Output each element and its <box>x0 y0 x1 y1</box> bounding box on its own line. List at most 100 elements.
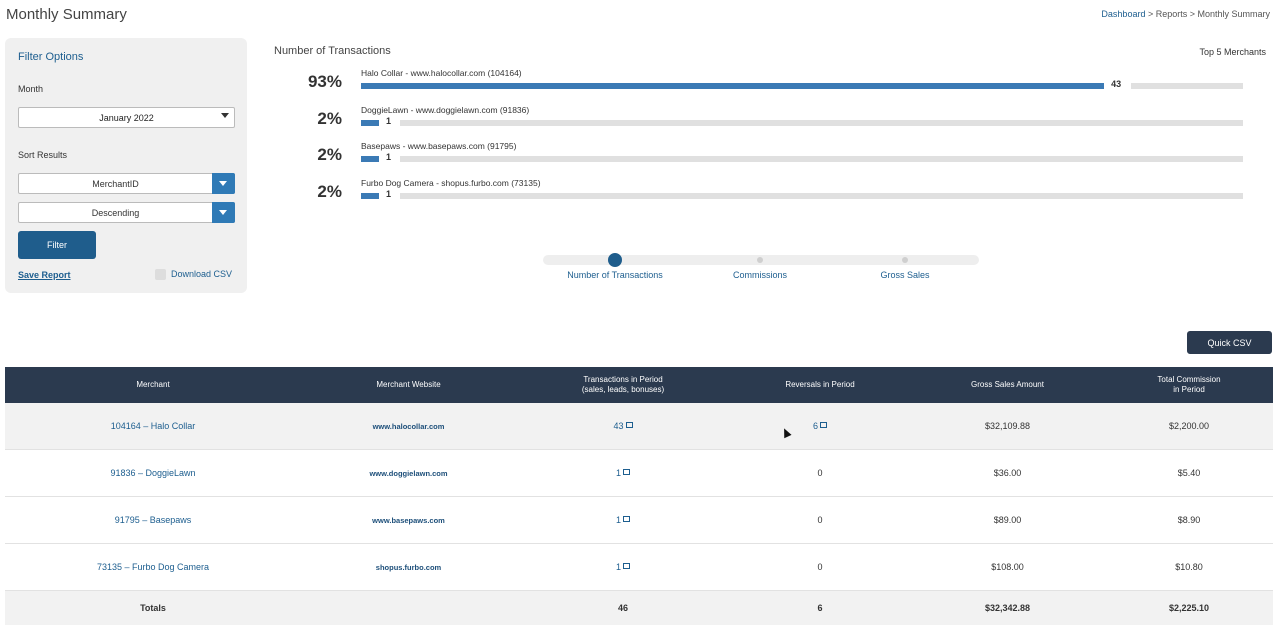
sort-order-value: Descending <box>91 208 140 218</box>
commission-cell: $2,200.00 <box>1105 403 1273 449</box>
filter-panel: Filter Options Month January 2022 Sort R… <box>5 38 247 293</box>
carousel-dot[interactable] <box>757 257 763 263</box>
transactions-link[interactable]: 1 <box>516 497 730 543</box>
bar-fill <box>361 192 379 199</box>
transactions-link-text[interactable]: 1 <box>616 515 621 525</box>
merchant-link-text[interactable]: 104164 – Halo Collar <box>111 421 196 431</box>
sort-results-label: Sort Results <box>18 150 68 160</box>
carousel-dot[interactable] <box>902 257 908 263</box>
table-row: 104164 – Halo Collar www.halocollar.com 43… <box>5 403 1273 450</box>
column-header: Total Commission in Period <box>1157 375 1221 394</box>
website-link[interactable]: www.basepaws.com <box>301 497 516 543</box>
merchant-table: Merchant Merchant Website Transactions in … <box>5 367 1273 625</box>
month-label: Month <box>18 84 44 94</box>
breadcrumb-dashboard-link[interactable]: Dashboard <box>1101 9 1145 19</box>
website-link[interactable]: www.halocollar.com <box>301 403 516 449</box>
gross-sales-cell-text: $89.00 <box>993 515 1022 525</box>
gross-sales-cell-text: $108.00 <box>991 562 1024 572</box>
reversals-cell: 0 <box>730 497 910 543</box>
sort-field-select[interactable]: MerchantID <box>18 173 235 194</box>
external-link-icon[interactable] <box>623 516 630 522</box>
chevron-down-icon[interactable] <box>212 202 235 223</box>
commission-cell-text: $10.80 <box>1175 562 1203 572</box>
reversals-cell-text[interactable]: 6 <box>813 421 818 431</box>
commission-cell: $8.90 <box>1105 497 1273 543</box>
commission-cell-text: $2,200.00 <box>1168 421 1210 431</box>
bar-value: 43 <box>1111 79 1122 89</box>
carousel-dot[interactable] <box>608 253 622 267</box>
sort-order-select[interactable]: Descending <box>18 202 235 223</box>
bar-label: Basepaws - www.basepaws.com (91795) <box>361 141 517 151</box>
commission-cell: $10.80 <box>1105 544 1273 590</box>
bar-label: Halo Collar - www.halocollar.com (104164… <box>361 68 522 78</box>
bar-fill <box>361 83 1105 89</box>
merchant-link-text[interactable]: 91836 – DoggieLawn <box>110 468 195 478</box>
column-header: Gross Sales Amount <box>971 380 1044 389</box>
website-link-text[interactable]: www.basepaws.com <box>372 516 445 525</box>
website-link-text[interactable]: www.doggielawn.com <box>369 469 447 478</box>
bar-track <box>400 156 1243 162</box>
bar-fill <box>361 119 379 126</box>
merchant-link-text[interactable]: 91795 – Basepaws <box>115 515 192 525</box>
breadcrumb-rest: > Reports > Monthly Summary <box>1145 9 1270 19</box>
website-link-text[interactable]: shopus.furbo.com <box>376 563 441 572</box>
gross-sales-cell-text: $36.00 <box>993 468 1022 478</box>
bar-row: 93% Halo Collar - www.halocollar.com (104… <box>270 68 1250 104</box>
carousel-tab-label[interactable]: Commissions <box>695 270 825 280</box>
chevron-down-icon[interactable] <box>212 173 235 194</box>
column-header: Transactions in Period (sales, leads, bo… <box>581 375 665 394</box>
website-link[interactable]: shopus.furbo.com <box>301 544 516 590</box>
transactions-link[interactable]: 1 <box>516 544 730 590</box>
bar-percent: 2% <box>317 145 342 164</box>
transactions-link-text[interactable]: 43 <box>613 421 623 431</box>
gross-sales-cell: $36.00 <box>910 450 1105 496</box>
website-link-text[interactable]: www.halocollar.com <box>373 422 445 431</box>
bar-row: 2% Basepaws - www.basepaws.com (91795) 1 <box>270 141 1250 177</box>
page-title: Monthly Summary <box>6 6 127 23</box>
merchant-link[interactable]: 73135 – Furbo Dog Camera <box>5 544 301 590</box>
totals-gross: $32,342.88 <box>984 603 1031 613</box>
merchant-link[interactable]: 104164 – Halo Collar <box>5 403 301 449</box>
transactions-link-text[interactable]: 1 <box>616 562 621 572</box>
merchant-link-text[interactable]: 73135 – Furbo Dog Camera <box>97 562 209 572</box>
sort-field-value: MerchantID <box>92 179 139 189</box>
totals-label: Totals <box>140 603 166 613</box>
carousel-tab-label[interactable]: Gross Sales <box>840 270 970 280</box>
website-link[interactable]: www.doggielawn.com <box>301 450 516 496</box>
external-link-icon[interactable] <box>623 469 630 475</box>
download-csv-label[interactable]: Download CSV <box>171 269 232 279</box>
gross-sales-cell: $108.00 <box>910 544 1105 590</box>
totals-reversals: 6 <box>817 603 823 613</box>
bar-row: 2% Furbo Dog Camera - shopus.furbo.com (7… <box>270 178 1250 214</box>
external-link-icon[interactable] <box>623 563 630 569</box>
transactions-link-text[interactable]: 1 <box>616 468 621 478</box>
bar-label: DoggieLawn - www.doggielawn.com (91836) <box>361 104 530 115</box>
month-select[interactable]: January 2022 <box>18 107 235 128</box>
top-merchants-label: Top 5 Merchants <box>1199 47 1266 57</box>
carousel-tab-label[interactable]: Number of Transactions <box>550 270 680 280</box>
merchant-link[interactable]: 91836 – DoggieLawn <box>5 450 301 496</box>
totals-transactions: 46 <box>617 603 628 613</box>
external-link-icon[interactable] <box>625 422 633 428</box>
reversals-cell: 0 <box>730 450 910 496</box>
transactions-link[interactable]: 1 <box>516 450 730 496</box>
bar-value: 1 <box>386 188 392 199</box>
bar-percent: 2% <box>317 108 342 128</box>
gross-sales-cell-text: $32,109.88 <box>984 421 1031 431</box>
download-csv-checkbox[interactable] <box>155 269 166 280</box>
month-select-value: January 2022 <box>99 112 154 123</box>
gross-sales-cell: $89.00 <box>910 497 1105 543</box>
reversals-cell: 0 <box>730 544 910 590</box>
transactions-link[interactable]: 43 <box>516 403 730 449</box>
table-body: 104164 – Halo Collar www.halocollar.com 43… <box>5 403 1273 591</box>
reversals-cell[interactable]: 6 <box>730 403 910 449</box>
save-report-link[interactable]: Save Report <box>18 270 71 280</box>
gross-sales-cell: $32,109.88 <box>910 403 1105 449</box>
column-header: Merchant <box>136 380 170 389</box>
quick-csv-button[interactable]: Quick CSV <box>1187 331 1272 354</box>
external-link-icon[interactable] <box>820 422 827 428</box>
filter-button[interactable]: Filter <box>18 231 96 259</box>
merchant-link[interactable]: 91795 – Basepaws <box>5 497 301 543</box>
table-row: 73135 – Furbo Dog Camera shopus.furbo.com… <box>5 544 1273 591</box>
bar-label: Furbo Dog Camera - shopus.furbo.com (731… <box>361 177 541 188</box>
